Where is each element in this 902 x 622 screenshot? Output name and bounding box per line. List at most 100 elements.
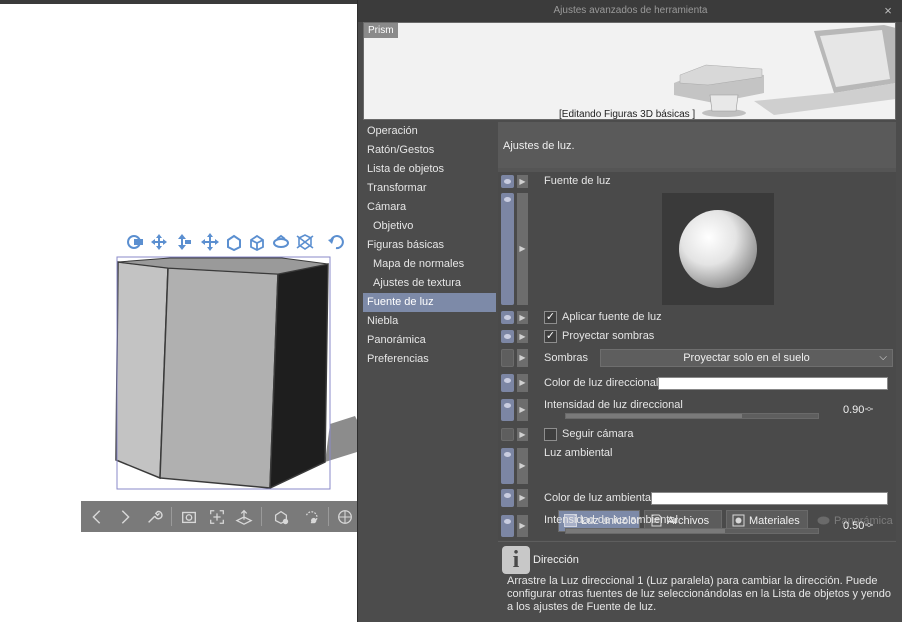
pose-icon[interactable] [270, 506, 292, 528]
spin-arrows-icon[interactable]: ︿ ﹀ [865, 403, 873, 417]
directional-intensity-label: Intensidad de luz direccional [544, 399, 683, 411]
command-bar-toggle-icon[interactable] [501, 175, 514, 188]
dir-color-toggle-icon[interactable] [501, 374, 514, 392]
light-source-arrow-icon[interactable]: ▶ [517, 193, 528, 305]
cast-shadows-arrow-icon[interactable]: ▶ [517, 330, 528, 343]
ambient-intensity-arrow-icon[interactable]: ▶ [517, 515, 528, 537]
chevron-down-icon: ⌵ [879, 352, 887, 363]
sidebar-item[interactable]: Panorámica [363, 331, 496, 350]
ambient-intensity-slider[interactable] [565, 528, 819, 534]
info-icon: i [502, 546, 530, 574]
directional-intensity-slider[interactable] [565, 413, 819, 419]
preview-illustration [674, 25, 895, 117]
sidebar-item[interactable]: Objetivo [363, 217, 496, 236]
panorama-icon [817, 516, 830, 525]
dir-color-arrow-icon[interactable]: ▶ [517, 374, 528, 392]
ambient-mode-materials-label: Materiales [749, 515, 800, 527]
help-title: Dirección [533, 554, 579, 566]
category-sidebar: Operación Ratón/Gestos Lista de objetos Tra… [363, 122, 496, 622]
preview-tool-name: Prism [364, 23, 398, 38]
previous-icon[interactable] [86, 506, 108, 528]
ambient-color-label: Color de luz ambiental [544, 492, 654, 504]
sidebar-item[interactable]: Fuente de luz [363, 293, 496, 312]
follow-camera-label: Seguir cámara [562, 428, 634, 440]
object-rotate-icon[interactable] [223, 231, 245, 253]
shadows-dropdown[interactable]: Proyectar solo en el suelo ⌵ [600, 349, 893, 367]
3d-canvas[interactable] [0, 4, 357, 622]
object-rotate-y-icon[interactable] [246, 231, 268, 253]
follow-camera-arrow-icon[interactable]: ▶ [517, 428, 528, 441]
object-move-icon[interactable] [199, 231, 221, 253]
object-bottom-toolbar [81, 501, 357, 532]
ambient-intensity-toggle-icon[interactable] [501, 515, 514, 537]
fit-to-screen-icon[interactable] [206, 506, 228, 528]
sidebar-item[interactable]: Cámara [363, 198, 496, 217]
sidebar-item[interactable]: Figuras básicas [363, 236, 496, 255]
apply-light-toggle-icon[interactable] [501, 311, 514, 324]
object-launcher-toolbar [124, 228, 356, 256]
cast-shadows-checkbox[interactable]: ✓ [544, 330, 557, 343]
camera-pan-icon[interactable] [148, 231, 170, 253]
sidebar-item[interactable]: Lista de objetos [363, 160, 496, 179]
tool-preview: Prism [Editando Figuras 3D básicas ] [363, 22, 896, 120]
preview-caption: [Editando Figuras 3D básicas ] [559, 109, 696, 120]
directional-color-label: Color de luz direccional [544, 377, 659, 389]
camera-move-icon[interactable] [171, 231, 193, 253]
shadows-dropdown-value: Proyectar solo en el suelo [683, 352, 810, 364]
light-direction-sphere[interactable] [662, 193, 774, 305]
cast-shadows-label: Proyectar sombras [562, 330, 655, 342]
ambient-intensity-fill [566, 529, 725, 533]
apply-light-label: Aplicar fuente de luz [562, 311, 662, 323]
wrench-icon[interactable] [143, 506, 165, 528]
spin-arrows-icon[interactable]: ︿ ﹀ [865, 519, 873, 533]
directional-intensity-value[interactable]: 0.90 [843, 404, 864, 416]
rotate-reset-icon[interactable] [300, 506, 322, 528]
panel-header: Ajustes de luz. [498, 122, 896, 168]
light-source-label: Fuente de luz [544, 175, 611, 187]
help-text: Arrastre la Luz direccional 1 (Luz paral… [507, 575, 892, 613]
object-rotate-x-icon[interactable] [270, 231, 292, 253]
sidebar-item[interactable]: Preferencias [363, 350, 496, 369]
ambient-light-label: Luz ambiental [544, 447, 613, 459]
ambient-intensity-value[interactable]: 0.50 [843, 520, 864, 532]
help-box: i Dirección Arrastre la Luz direccional … [498, 541, 896, 622]
globe-add-icon[interactable] [334, 506, 356, 528]
follow-camera-checkbox[interactable] [544, 428, 557, 441]
shadows-arrow-icon[interactable]: ▶ [517, 349, 528, 367]
shadows-toggle-icon[interactable] [501, 349, 514, 367]
tool-advanced-settings-dialog: Ajustes avanzados de herramienta × Prism… [357, 0, 902, 622]
undo-rotate-icon[interactable] [325, 231, 347, 253]
sidebar-item[interactable]: Operación [363, 122, 496, 141]
follow-camera-toggle-icon[interactable] [501, 428, 514, 441]
sidebar-item[interactable]: Ratón/Gestos [363, 141, 496, 160]
next-icon[interactable] [114, 506, 136, 528]
directional-intensity-fill [566, 414, 743, 418]
sidebar-item[interactable]: Transformar [363, 179, 496, 198]
ambient-color-toggle-icon[interactable] [501, 489, 514, 507]
sidebar-item[interactable]: Ajustes de textura [363, 274, 496, 293]
sidebar-item[interactable]: Niebla [363, 312, 496, 331]
object-rotate-z-icon[interactable] [294, 231, 316, 253]
ambient-intensity-label: Intensidad de luz ambiental [544, 514, 678, 526]
camera-icon[interactable] [178, 506, 200, 528]
dialog-title: Ajustes avanzados de herramienta [358, 0, 902, 22]
ambient-color-arrow-icon[interactable]: ▶ [517, 489, 528, 507]
light-source-toggle-icon[interactable] [501, 193, 514, 305]
light-settings-body: ▶ ▶ ▶ ▶ ▶ ▶ ▶ ▶ ▶ ▶ ▶ Fuente de luz ✓ Ap… [498, 172, 896, 540]
ambient-arrow-icon[interactable]: ▶ [517, 448, 528, 484]
apply-light-checkbox[interactable]: ✓ [544, 311, 557, 324]
dir-intensity-arrow-icon[interactable]: ▶ [517, 399, 528, 421]
cast-shadows-toggle-icon[interactable] [501, 330, 514, 343]
directional-color-swatch[interactable] [658, 377, 888, 390]
expand-arrow-icon[interactable]: ▶ [517, 175, 528, 188]
dir-intensity-toggle-icon[interactable] [501, 399, 514, 421]
material-icon [732, 514, 745, 527]
shadows-label: Sombras [544, 352, 589, 364]
apply-light-arrow-icon[interactable]: ▶ [517, 311, 528, 324]
close-icon[interactable]: × [880, 0, 896, 22]
ambient-toggle-icon[interactable] [501, 448, 514, 484]
ambient-color-swatch[interactable] [651, 492, 888, 505]
camera-rotate-icon[interactable] [124, 231, 146, 253]
ground-icon[interactable] [233, 506, 255, 528]
sidebar-item[interactable]: Mapa de normales [363, 255, 496, 274]
